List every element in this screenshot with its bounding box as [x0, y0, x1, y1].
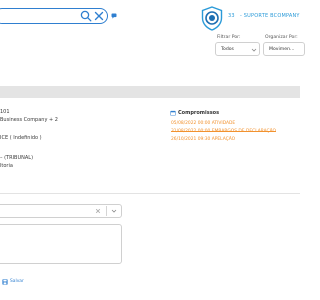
- filter-label: Filtrar Por:: [217, 35, 241, 40]
- filter-select[interactable]: Todos: [215, 42, 260, 56]
- filter-select-value: Todos: [221, 47, 234, 52]
- combo-select[interactable]: [0, 204, 122, 218]
- logo-icon: [201, 6, 223, 31]
- search-icon[interactable]: [80, 10, 92, 22]
- calendar-icon: [170, 110, 176, 116]
- save-button[interactable]: Salvar: [10, 279, 24, 284]
- detail-type: ICE ( Indefinido ): [0, 135, 42, 141]
- process-detail: [0, 98, 300, 194]
- organize-label: Organizar Por:: [265, 35, 298, 40]
- organize-select-value: Movimen...: [269, 47, 295, 52]
- compromissos-title: Compromissos: [178, 110, 220, 116]
- detail-office: ltoria: [0, 163, 13, 169]
- chevron-down-icon[interactable]: [111, 208, 117, 214]
- detail-client: Business Company + 2: [0, 117, 58, 123]
- app-title: - SUPORTE BCOMPANY: [240, 13, 300, 19]
- section-divider-band: [0, 86, 300, 98]
- organize-select[interactable]: Movimen...: [263, 42, 305, 56]
- detail-court: – (TRIBUNAL): [0, 155, 34, 161]
- compromisso-item[interactable]: 26/10/2021 09:30 APELAÇÃO: [171, 137, 235, 142]
- detail-number: 101: [0, 109, 10, 115]
- chat-icon[interactable]: [111, 13, 117, 19]
- clear-icon[interactable]: [95, 208, 101, 214]
- description-textarea[interactable]: [0, 224, 122, 264]
- compromisso-item[interactable]: 31/08/2022 00:00 EMBARGOS DE DECLARAÇÃO: [171, 129, 276, 134]
- combo-divider: [106, 206, 107, 216]
- close-icon[interactable]: [93, 10, 105, 22]
- chevron-down-icon: [251, 48, 257, 52]
- app-number: 33: [228, 13, 235, 19]
- compromisso-item[interactable]: 05/08/2022 00:00 ATIVIDADE: [171, 121, 235, 126]
- save-icon[interactable]: [2, 279, 8, 285]
